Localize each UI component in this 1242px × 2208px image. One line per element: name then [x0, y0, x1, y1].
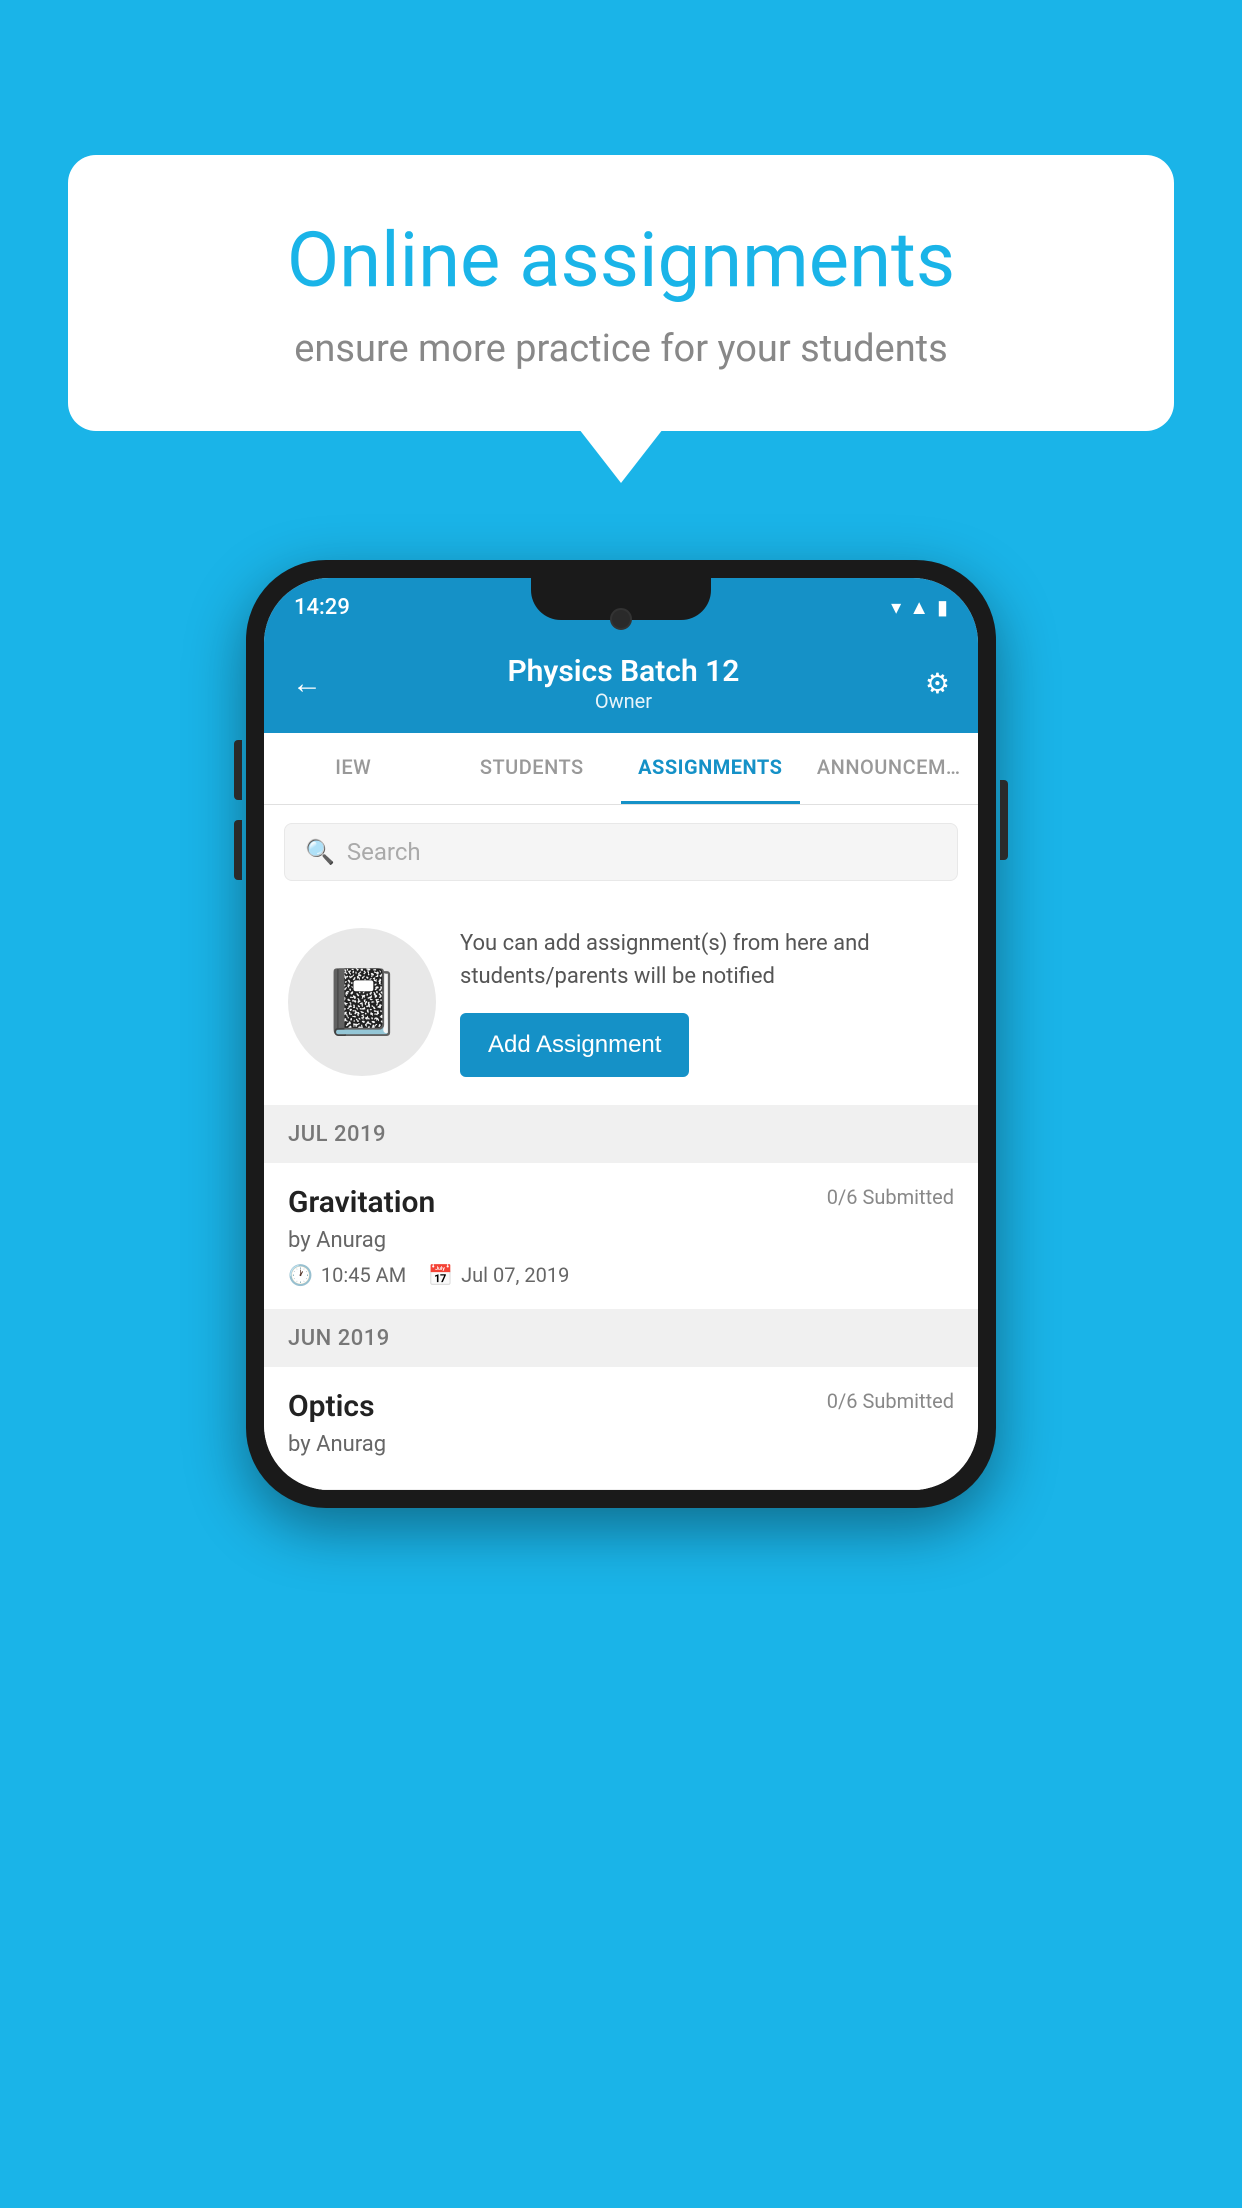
phone-outer: 14:29 ▾ ▲ ▮ ← Physics Batch 12 Owner ⚙ I…: [246, 560, 996, 1508]
app-header: ← Physics Batch 12 Owner ⚙: [264, 636, 978, 733]
assignment-submitted: 0/6 Submitted: [827, 1185, 954, 1209]
battery-icon: ▮: [937, 595, 948, 619]
assignment-item-gravitation[interactable]: Gravitation 0/6 Submitted by Anurag 🕐 10…: [264, 1163, 978, 1310]
assignment-by: by Anurag: [288, 1228, 954, 1253]
wifi-icon: ▾: [891, 595, 901, 619]
tab-announcements[interactable]: ANNOUNCEM…: [800, 733, 979, 804]
section-header-jul: JUL 2019: [264, 1106, 978, 1163]
header-title-area: Physics Batch 12 Owner: [322, 654, 925, 713]
status-time: 14:29: [294, 595, 350, 620]
assignment-item-optics[interactable]: Optics 0/6 Submitted by Anurag: [264, 1367, 978, 1490]
settings-button[interactable]: ⚙: [925, 667, 950, 700]
status-icons: ▾ ▲ ▮: [891, 595, 948, 620]
clock-icon: 🕐: [288, 1263, 313, 1287]
speech-bubble-subtitle: ensure more practice for your students: [138, 327, 1104, 371]
assignment-name-optics: Optics: [288, 1389, 375, 1424]
signal-icon: ▲: [909, 595, 929, 620]
search-icon: 🔍: [305, 838, 335, 866]
assignment-date: 📅 Jul 07, 2019: [428, 1263, 569, 1287]
assignment-submitted-optics: 0/6 Submitted: [827, 1389, 954, 1413]
assignment-time: 🕐 10:45 AM: [288, 1263, 406, 1287]
promo-card: 📓 You can add assignment(s) from here an…: [264, 899, 978, 1106]
promo-icon-circle: 📓: [288, 928, 436, 1076]
promo-text: You can add assignment(s) from here and …: [460, 927, 954, 993]
speech-bubble-container: Online assignments ensure more practice …: [68, 155, 1174, 431]
assignment-header-optics: Optics 0/6 Submitted: [288, 1389, 954, 1424]
header-title: Physics Batch 12: [322, 654, 925, 689]
assignment-header: Gravitation 0/6 Submitted: [288, 1185, 954, 1220]
notebook-icon: 📓: [322, 965, 402, 1040]
phone-camera: [610, 608, 632, 630]
phone-power-button: [1000, 780, 1008, 860]
promo-content: You can add assignment(s) from here and …: [460, 927, 954, 1077]
phone-volume-up: [234, 740, 242, 800]
assignment-date-value: Jul 07, 2019: [461, 1263, 569, 1287]
assignment-by-optics: by Anurag: [288, 1432, 954, 1457]
tab-overview[interactable]: IEW: [264, 733, 443, 804]
tab-students[interactable]: STUDENTS: [443, 733, 622, 804]
phone-volume-down: [234, 820, 242, 880]
search-placeholder: Search: [347, 838, 421, 866]
add-assignment-button[interactable]: Add Assignment: [460, 1013, 689, 1077]
phone-notch: [531, 578, 711, 620]
calendar-icon: 📅: [428, 1263, 453, 1287]
speech-bubble-title: Online assignments: [138, 215, 1104, 305]
assignment-name: Gravitation: [288, 1185, 435, 1220]
back-button[interactable]: ←: [292, 666, 322, 701]
assignment-time-value: 10:45 AM: [321, 1263, 406, 1287]
section-header-jun: JUN 2019: [264, 1310, 978, 1367]
header-subtitle: Owner: [322, 689, 925, 713]
speech-bubble: Online assignments ensure more practice …: [68, 155, 1174, 431]
assignment-meta: 🕐 10:45 AM 📅 Jul 07, 2019: [288, 1263, 954, 1287]
tab-assignments[interactable]: ASSIGNMENTS: [621, 733, 800, 804]
phone: 14:29 ▾ ▲ ▮ ← Physics Batch 12 Owner ⚙ I…: [246, 560, 996, 1508]
phone-screen: 14:29 ▾ ▲ ▮ ← Physics Batch 12 Owner ⚙ I…: [264, 578, 978, 1490]
search-bar[interactable]: 🔍 Search: [284, 823, 958, 881]
search-container: 🔍 Search: [264, 805, 978, 899]
tabs-bar: IEW STUDENTS ASSIGNMENTS ANNOUNCEM…: [264, 733, 978, 805]
